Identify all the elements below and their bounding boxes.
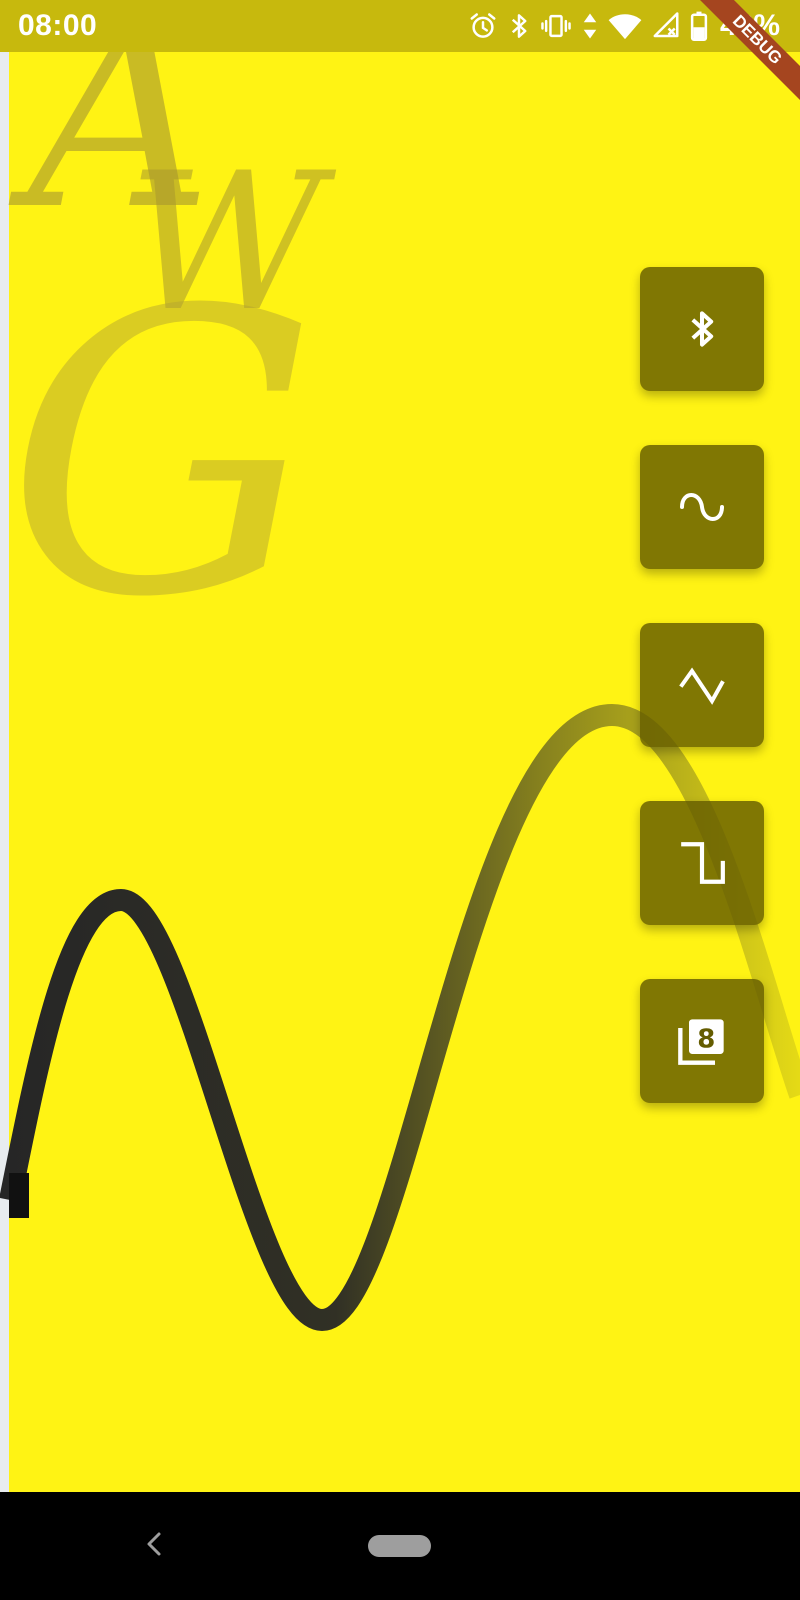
home-icon[interactable] <box>368 1535 431 1557</box>
no-signal-icon <box>652 11 680 41</box>
alarm-icon <box>468 11 498 41</box>
navigation-bar <box>0 1492 800 1600</box>
status-bar: 08:00 42% <box>0 0 800 52</box>
filter-8-icon: 8 <box>676 1015 728 1067</box>
bluetooth-button[interactable] <box>640 267 764 391</box>
wifi-icon <box>608 11 642 41</box>
triangle-wave-button[interactable] <box>640 623 764 747</box>
filter-8-label: 8 <box>697 1025 715 1055</box>
back-icon <box>145 1531 163 1562</box>
status-icons: 42% <box>468 9 780 43</box>
waveform-button-column: 8 <box>640 267 764 1103</box>
square-wave-icon <box>677 838 727 888</box>
filter-8-button[interactable]: 8 <box>640 979 764 1103</box>
bluetooth-icon <box>685 307 719 351</box>
back-button[interactable] <box>136 1522 172 1570</box>
wave-start-marker <box>9 1173 29 1218</box>
logo-letter-g: G <box>6 228 318 620</box>
square-wave-button[interactable] <box>640 801 764 925</box>
sine-wave-icon <box>677 487 727 527</box>
battery-icon <box>690 11 708 41</box>
awg-logo: A W G <box>0 0 360 620</box>
status-time: 08:00 <box>18 9 98 42</box>
sine-wave-button[interactable] <box>640 445 764 569</box>
data-arrows-icon <box>582 11 598 41</box>
bluetooth-icon <box>508 11 530 41</box>
battery-percent: 42% <box>719 9 780 42</box>
vibrate-icon <box>540 11 572 41</box>
triangle-wave-icon <box>677 663 727 707</box>
